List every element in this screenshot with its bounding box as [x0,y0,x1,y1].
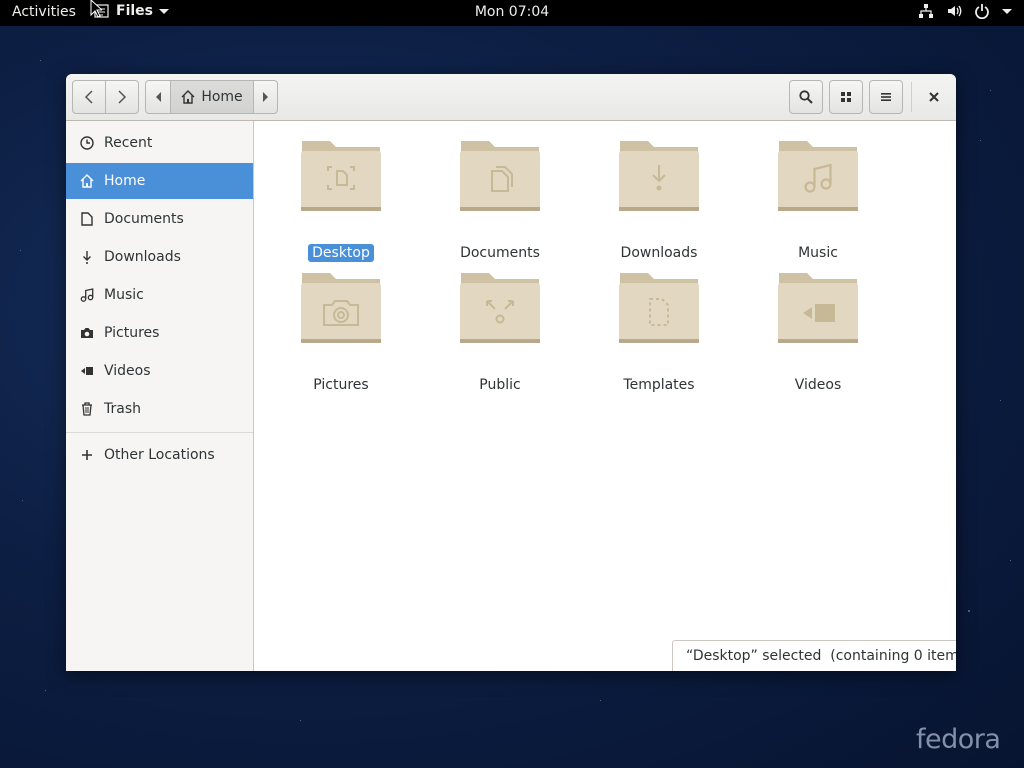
folder-icon [619,273,699,343]
folder-icon [619,141,699,211]
folder-icon [778,273,858,343]
activities-button[interactable]: Activities [12,4,76,20]
sidebar-item-downloads[interactable]: Downloads [66,239,253,275]
trash-icon [82,402,92,416]
sidebar-item-label: Home [104,173,146,189]
grid-view-icon [841,92,851,102]
volume-icon [948,5,962,17]
camera-icon [81,328,93,338]
files-window: Home Recent Home Documents Downloads Mus… [66,74,956,671]
folder-icon [460,273,540,343]
download-icon [83,251,91,264]
network-icon [919,4,933,18]
sidebar-item-label: Pictures [104,325,160,341]
navigation-buttons [72,80,139,114]
music-icon [80,288,94,302]
clock-icon [80,136,94,150]
folder-desktop[interactable]: Desktop [271,139,411,262]
folder-label: Downloads [620,245,698,261]
forward-button[interactable] [105,80,139,114]
close-icon [929,92,939,102]
status-menu[interactable] [918,3,1012,19]
folder-public[interactable]: Public [430,271,570,393]
sidebar-item-label: Recent [104,135,153,151]
view-toggle-button[interactable] [829,80,863,114]
sidebar-item-music[interactable]: Music [66,277,253,313]
path-home-label: Home [201,89,243,105]
folder-icon [301,141,381,211]
path-home-button[interactable]: Home [170,80,254,114]
video-icon [81,367,93,375]
chevron-right-icon [118,90,127,104]
clock[interactable]: Mon 07:04 [475,4,549,20]
path-scroll-right-button[interactable] [253,80,278,114]
chevron-down-icon [1002,8,1012,14]
sidebar-item-other-locations[interactable]: Other Locations [66,437,253,473]
app-menu-label: Files [116,3,153,19]
top-bar: Activities Files Mon 07:04 [0,0,1024,26]
file-view[interactable]: Desktop Documents Downloads Music Pictur… [255,121,956,671]
close-button[interactable] [917,80,951,114]
folder-label: Music [798,245,838,261]
folder-documents[interactable]: Documents [430,139,570,261]
arrow-right-icon [263,92,268,102]
header-bar: Home [66,74,956,121]
hamburger-menu-icon [881,93,891,101]
folder-label: Public [479,377,521,393]
chevron-down-icon [159,8,169,14]
folder-icon [301,273,381,343]
sidebar-item-videos[interactable]: Videos [66,353,253,389]
app-menu[interactable]: Files [92,3,169,19]
path-bar: Home [145,80,278,114]
folder-label: Templates [623,377,695,393]
search-button[interactable] [789,80,823,114]
document-icon [81,212,93,226]
folder-icon [460,141,540,211]
search-icon [799,90,813,104]
folder-label: Documents [460,245,540,261]
places-sidebar: Recent Home Documents Downloads Music Pi… [66,121,254,671]
folder-icon [778,141,858,211]
header-separator [911,82,912,112]
sidebar-item-label: Music [104,287,144,303]
folder-videos[interactable]: Videos [748,271,888,393]
sidebar-item-trash[interactable]: Trash [66,391,253,427]
sidebar-item-label: Trash [104,401,141,417]
path-scroll-left-button[interactable] [145,80,171,114]
sidebar-item-label: Other Locations [104,447,215,463]
folder-templates[interactable]: Templates [589,271,729,393]
power-icon [975,4,989,19]
plus-icon [82,450,92,460]
home-icon [181,90,195,104]
sidebar-item-home[interactable]: Home [66,163,253,199]
folder-label: Videos [794,377,842,393]
arrow-left-icon [155,92,161,102]
home-icon [80,174,94,188]
fedora-logo: fedora [916,724,1001,755]
sidebar-item-recent[interactable]: Recent [66,125,253,161]
selection-status: “Desktop” selected (containing 0 items) [672,640,956,671]
sidebar-separator [66,432,253,433]
sidebar-item-label: Documents [104,211,184,227]
folder-label: Pictures [313,377,369,393]
back-button[interactable] [72,80,106,114]
folder-music[interactable]: Music [748,139,888,261]
menu-button[interactable] [869,80,903,114]
sidebar-item-label: Videos [104,363,151,379]
sidebar-item-label: Downloads [104,249,181,265]
sidebar-item-pictures[interactable]: Pictures [66,315,253,351]
sidebar-item-documents[interactable]: Documents [66,201,253,237]
chevron-left-icon [84,90,93,104]
folder-label: Desktop [308,244,374,262]
folder-downloads[interactable]: Downloads [589,139,729,261]
selection-status-text: “Desktop” selected (containing 0 items) [686,648,956,664]
folder-pictures[interactable]: Pictures [271,271,411,393]
mouse-pointer-icon [90,0,102,18]
